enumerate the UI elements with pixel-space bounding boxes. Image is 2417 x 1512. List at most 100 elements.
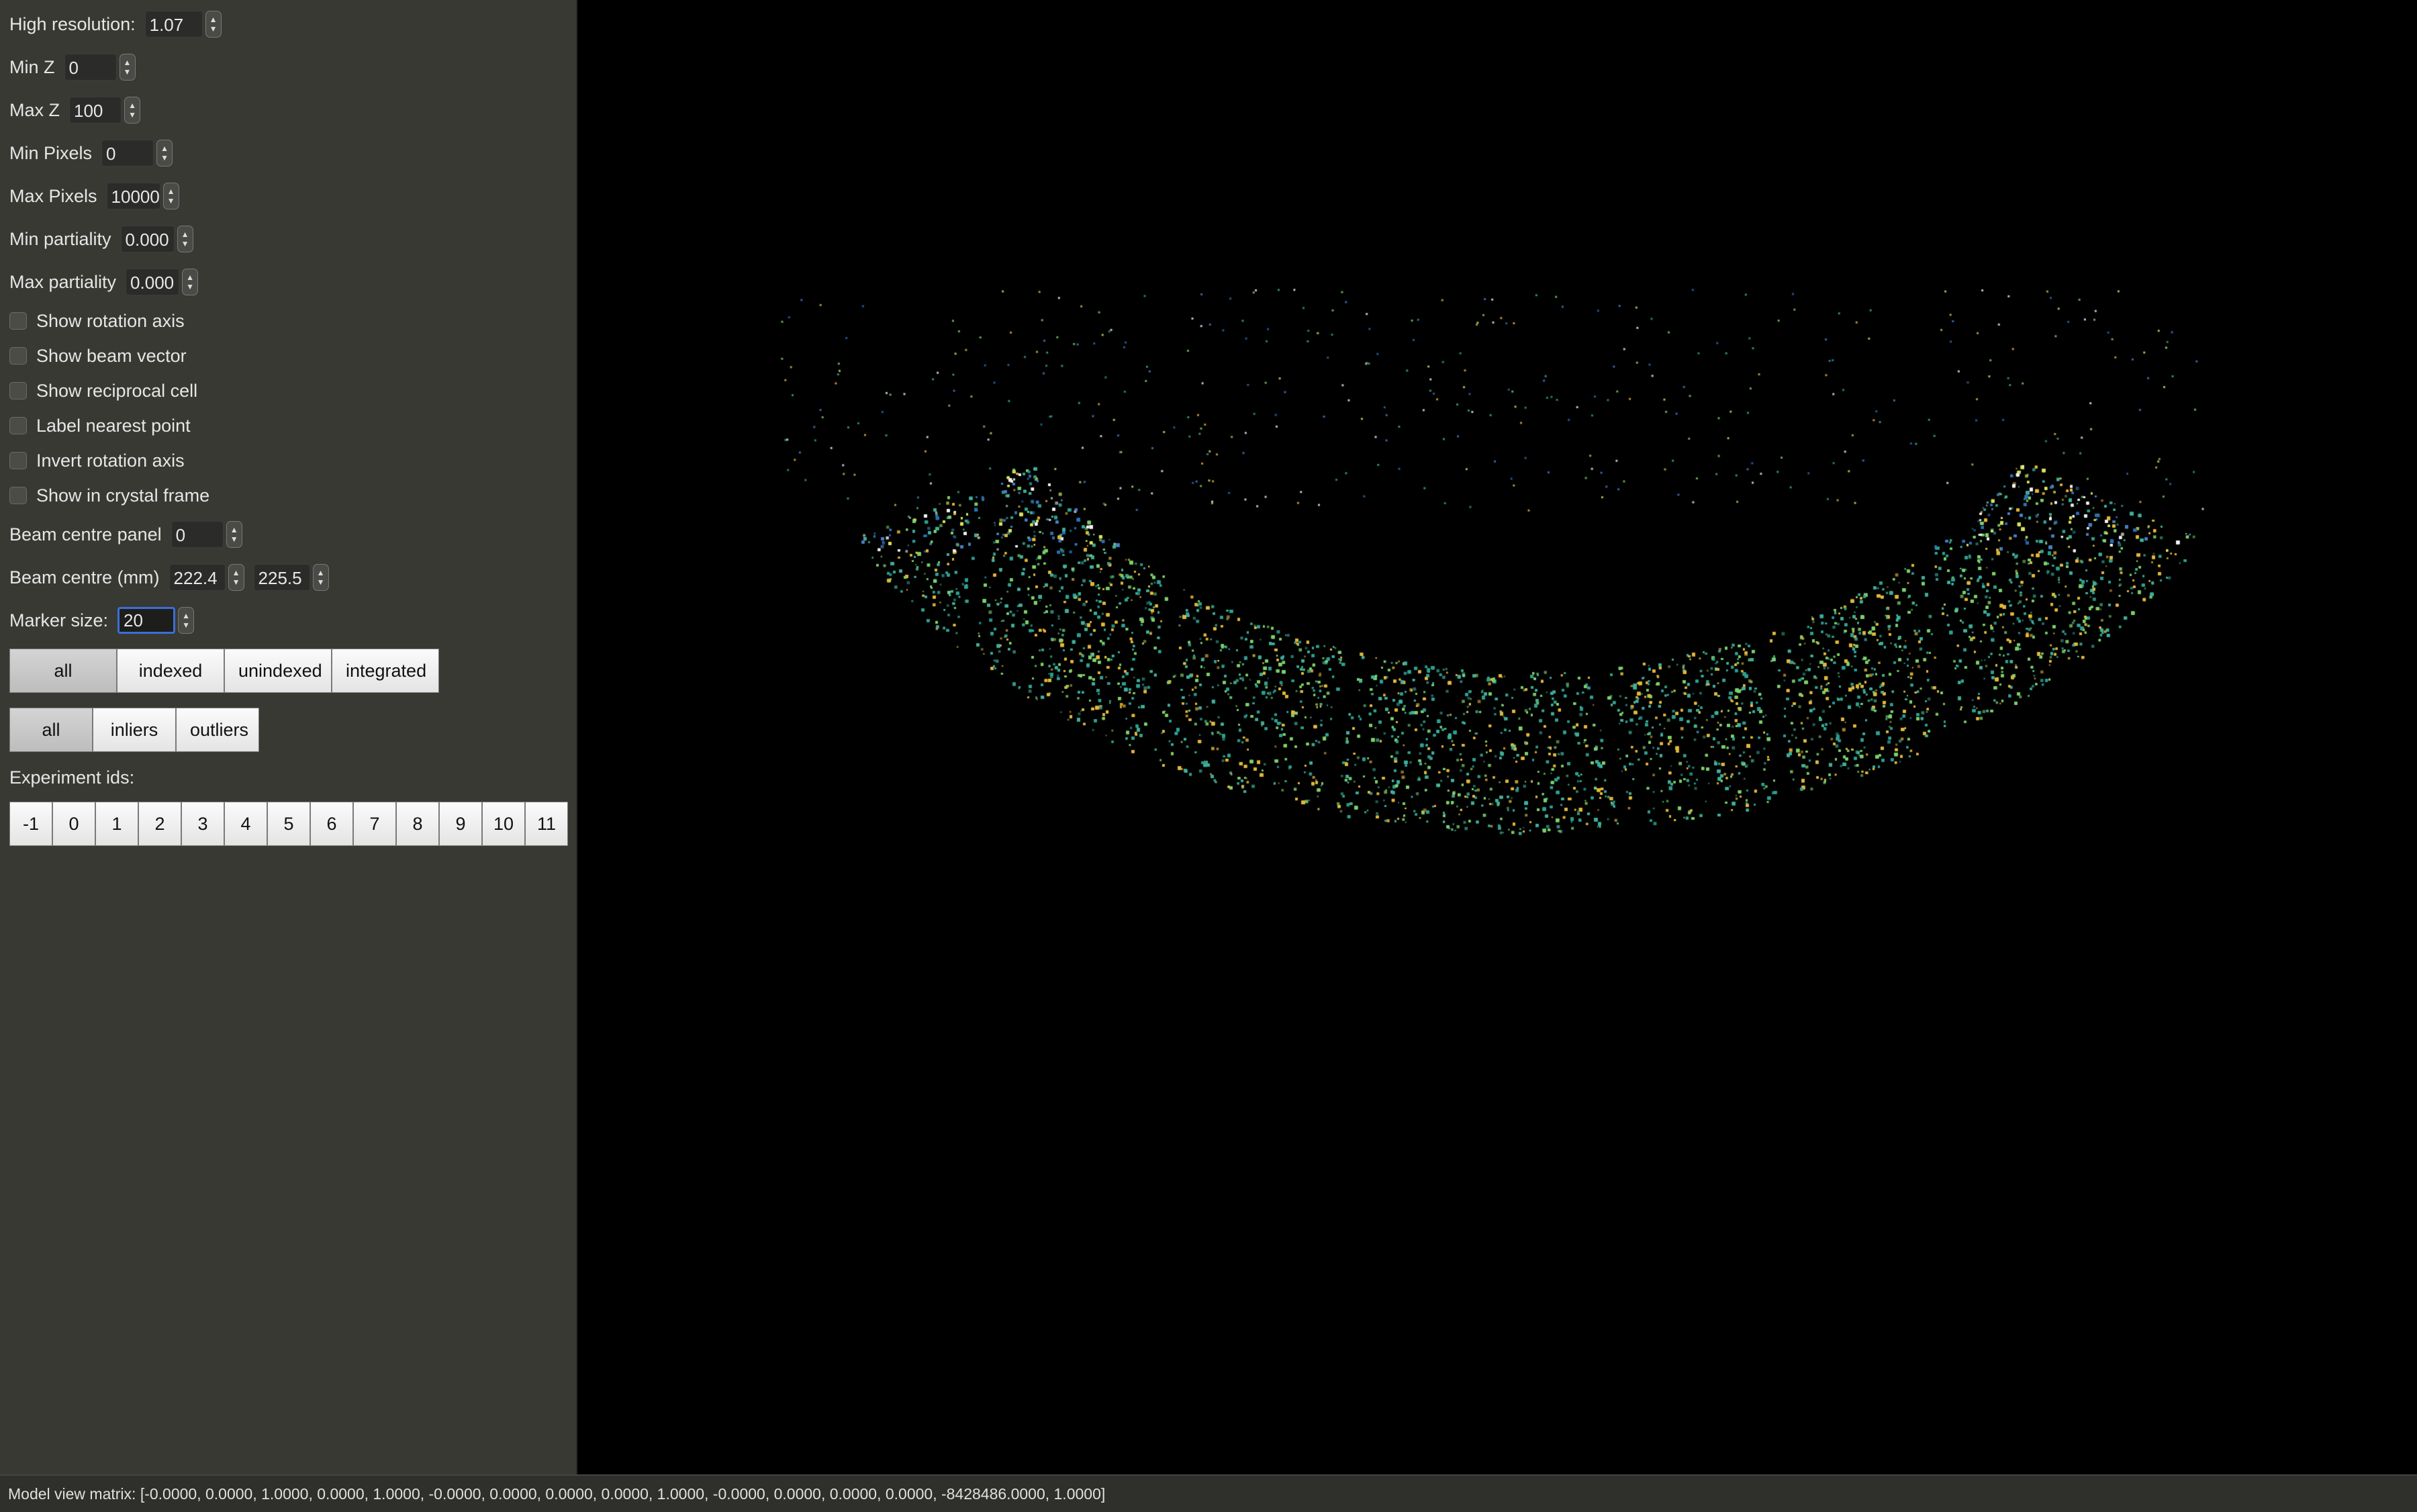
chevron-up-icon: ▲ [181,230,189,239]
experiment-ids-label: Experiment ids: [9,767,135,788]
beam-centre-mm-label: Beam centre (mm) [9,567,160,587]
experiment-id-button[interactable]: 3 [181,802,224,846]
checkbox-box[interactable] [9,487,27,504]
filter-all-button[interactable]: all [9,649,117,693]
show-rotation-axis-checkbox[interactable]: Show rotation axis [9,306,185,336]
min-z-label: Min Z [9,56,55,77]
beam-centre-panel-stepper[interactable]: ▲ ▼ [226,521,242,548]
filter-unindexed-button[interactable]: unindexed [224,649,332,693]
label-nearest-point-checkbox[interactable]: Label nearest point [9,411,191,440]
high-resolution-label: High resolution: [9,13,136,34]
checkbox-box[interactable] [9,417,27,434]
chevron-up-icon: ▲ [209,15,218,24]
experiment-id-button[interactable]: 6 [310,802,353,846]
checkbox-label: Label nearest point [36,415,191,436]
outlier-filter-group: all inliers outliers [9,708,259,752]
min-z-row: Min Z 0 ▲ ▼ [9,51,136,83]
reflection-point-cloud[interactable] [579,0,2417,1474]
checkbox-box[interactable] [9,452,27,469]
chevron-down-icon: ▼ [209,24,218,34]
experiment-id-button[interactable]: 2 [138,802,181,846]
experiment-id-button[interactable]: 9 [439,802,482,846]
chevron-up-icon: ▲ [316,568,325,577]
min-pixels-input[interactable]: 0 [101,140,154,167]
experiment-ids-group: -1 0 1 2 3 4 5 6 7 8 9 10 11 [9,802,568,846]
chevron-down-icon: ▼ [128,110,136,120]
model-view-matrix-text: Model view matrix: [-0.0000, 0.0000, 1.0… [8,1485,1106,1503]
max-partiality-stepper[interactable]: ▲ ▼ [182,269,199,295]
beam-centre-panel-input[interactable]: 0 [171,521,224,548]
marker-size-input[interactable]: 20 [117,607,176,634]
checkbox-label: Show reciprocal cell [36,380,198,401]
checkbox-box[interactable] [9,347,27,365]
min-z-input[interactable]: 0 [64,54,117,81]
outlier-outliers-button[interactable]: outliers [176,708,259,752]
max-z-input[interactable]: 100 [69,97,122,124]
chevron-down-icon: ▼ [182,620,190,630]
max-pixels-stepper[interactable]: ▲ ▼ [162,183,179,209]
chevron-up-icon: ▲ [160,144,169,153]
settings-panel: High resolution: 1.07 ▲ ▼ Min Z 0 ▲ ▼ Max … [0,0,577,1474]
checkbox-label: Invert rotation axis [36,450,185,471]
experiment-id-button[interactable]: 4 [224,802,267,846]
experiment-id-button[interactable]: 7 [353,802,396,846]
chevron-up-icon: ▲ [186,273,194,282]
invert-rotation-axis-checkbox[interactable]: Invert rotation axis [9,446,185,475]
beam-centre-x-stepper[interactable]: ▲ ▼ [228,564,244,591]
marker-size-label: Marker size: [9,610,109,630]
experiment-id-button[interactable]: 1 [95,802,138,846]
outlier-all-button[interactable]: all [9,708,93,752]
min-partiality-stepper[interactable]: ▲ ▼ [177,226,193,252]
beam-centre-y-input[interactable]: 225.5 [253,564,310,591]
chevron-down-icon: ▼ [230,534,238,544]
chevron-up-icon: ▲ [123,58,132,67]
checkbox-label: Show rotation axis [36,310,185,331]
min-z-stepper[interactable]: ▲ ▼ [119,54,136,81]
experiment-id-button[interactable]: 8 [396,802,439,846]
chevron-down-icon: ▼ [123,67,132,77]
show-in-crystal-frame-checkbox[interactable]: Show in crystal frame [9,481,209,510]
min-partiality-input[interactable]: 0.000 [120,226,175,252]
chevron-down-icon: ▼ [186,282,194,291]
show-beam-vector-checkbox[interactable]: Show beam vector [9,341,187,371]
min-partiality-label: Min partiality [9,228,111,249]
filter-indexed-button[interactable]: indexed [117,649,224,693]
chevron-up-icon: ▲ [182,611,190,620]
experiment-id-button[interactable]: 5 [267,802,310,846]
chevron-up-icon: ▲ [167,187,175,196]
max-z-stepper[interactable]: ▲ ▼ [124,97,141,124]
max-partiality-label: Max partiality [9,271,117,292]
marker-size-stepper[interactable]: ▲ ▼ [178,607,195,634]
chevron-down-icon: ▼ [316,577,325,587]
outlier-inliers-button[interactable]: inliers [93,708,176,752]
chevron-up-icon: ▲ [128,101,136,110]
chevron-down-icon: ▼ [167,196,175,205]
experiment-id-button[interactable]: 11 [525,802,568,846]
experiment-id-button[interactable]: 10 [482,802,525,846]
high-resolution-stepper[interactable]: ▲ ▼ [205,11,222,38]
max-pixels-row: Max Pixels 10000 ▲ ▼ [9,180,179,212]
reflection-filter-group: all indexed unindexed integrated [9,649,439,693]
chevron-up-icon: ▲ [230,525,238,534]
show-reciprocal-cell-checkbox[interactable]: Show reciprocal cell [9,376,197,406]
experiment-id-button[interactable]: -1 [9,802,52,846]
chevron-down-icon: ▼ [232,577,240,587]
min-pixels-stepper[interactable]: ▲ ▼ [156,140,173,167]
reciprocal-lattice-viewer[interactable] [579,0,2417,1474]
max-partiality-input[interactable]: 0.000 [126,269,180,295]
beam-centre-mm-row: Beam centre (mm) 222.4 ▲ ▼ 225.5 ▲ ▼ [9,561,329,594]
beam-centre-y-stepper[interactable]: ▲ ▼ [312,564,329,591]
chevron-down-icon: ▼ [160,153,169,162]
high-resolution-row: High resolution: 1.07 ▲ ▼ [9,8,222,40]
max-pixels-input[interactable]: 10000 [106,183,160,209]
checkbox-box[interactable] [9,382,27,399]
beam-centre-x-input[interactable]: 222.4 [169,564,226,591]
chevron-down-icon: ▼ [181,239,189,248]
high-resolution-input[interactable]: 1.07 [144,11,203,38]
max-pixels-label: Max Pixels [9,185,97,206]
min-partiality-row: Min partiality 0.000 ▲ ▼ [9,223,193,255]
beam-centre-panel-label: Beam centre panel [9,524,162,545]
filter-integrated-button[interactable]: integrated [332,649,439,693]
checkbox-box[interactable] [9,312,27,330]
experiment-id-button[interactable]: 0 [52,802,95,846]
